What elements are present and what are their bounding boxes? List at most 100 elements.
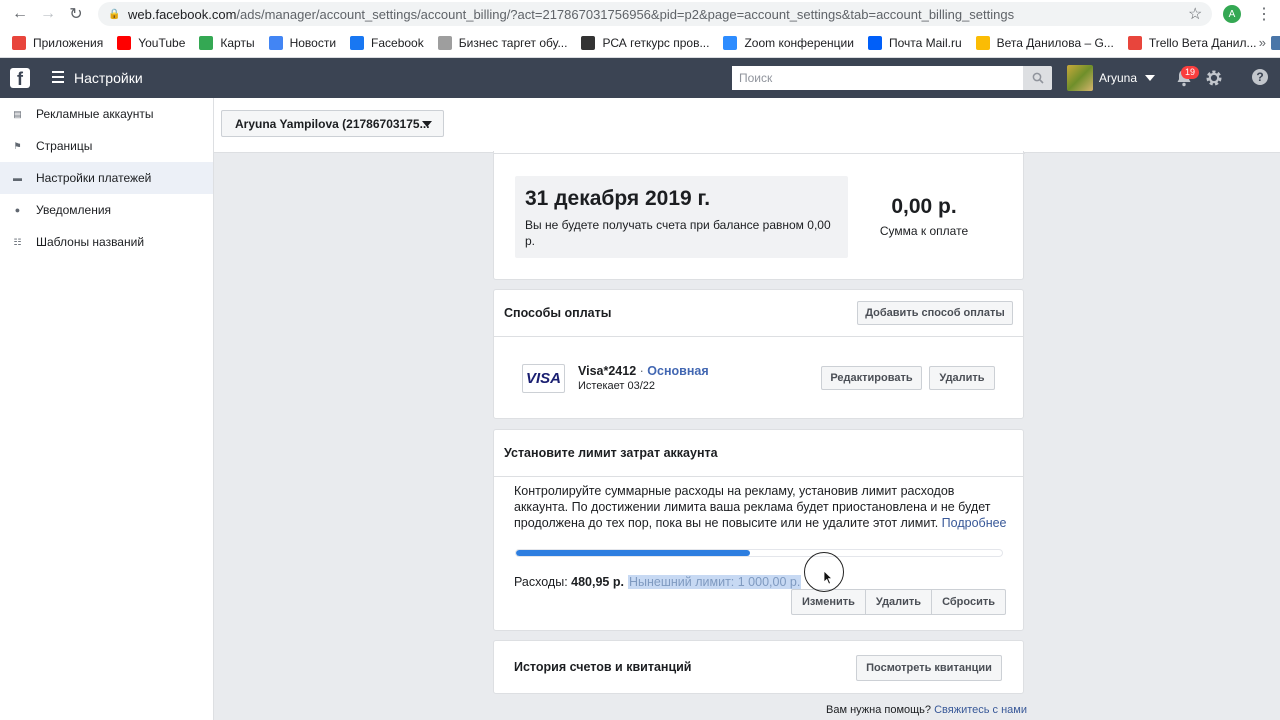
bookmark-label: Вета Данилова – G... xyxy=(996,35,1114,50)
bookmark-label: Facebook xyxy=(371,35,424,50)
settings-sidebar: ▤ Рекламные аккаунты ⚑ Страницы ▬ Настройки п… xyxy=(0,98,214,720)
bookmark-label: РСА геткурс пров... xyxy=(602,35,710,50)
spending-limit-title: Установите лимит затрат аккаунта xyxy=(494,430,1023,477)
edit-card-button[interactable]: Редактировать xyxy=(821,366,922,390)
bookmark-item[interactable]: Карты xyxy=(199,35,255,50)
delete-limit-button[interactable]: Удалить xyxy=(866,590,933,614)
hamburger-menu-icon[interactable] xyxy=(52,71,64,86)
help-footer: Вам нужна помощь? Свяжитесь с нами xyxy=(826,704,1028,716)
account-dropdown[interactable]: Aryuna Yampilova (21786703175... xyxy=(221,110,444,137)
facebook-top-bar: f Настройки Aryuna xyxy=(0,58,1280,98)
account-dropdown-value: Aryuna Yampilova (21786703175... xyxy=(235,116,430,131)
bookmark-label: Приложения xyxy=(33,35,104,50)
spending-limit-card: Установите лимит затрат аккаунта Контрол… xyxy=(493,429,1024,631)
bookmark-item[interactable]: Zoom конференции xyxy=(723,35,854,50)
bookmark-item[interactable]: Приложения xyxy=(12,35,104,50)
bookmark-item[interactable]: VK xyxy=(1270,35,1280,50)
sidebar-item-label: Шаблоны названий xyxy=(36,235,145,249)
bookmark-item[interactable]: YouTube xyxy=(117,35,186,50)
bookmark-favicon-icon xyxy=(437,35,452,50)
bookmark-label: Zoom конференции xyxy=(744,35,854,50)
search-icon xyxy=(1032,72,1044,84)
limit-actions: Изменить Удалить Сбросить xyxy=(791,589,1006,615)
bookmark-item[interactable]: Новости xyxy=(268,35,337,50)
view-receipts-button[interactable]: Посмотреть квитанции xyxy=(856,655,1002,681)
contact-us-link[interactable]: Свяжитесь с нами xyxy=(934,704,1027,716)
user-name: Aryuna xyxy=(1099,71,1138,85)
learn-more-link[interactable]: Подробнее xyxy=(942,516,1007,530)
amount-due: 0,00 р. xyxy=(891,195,957,218)
page-title: Настройки xyxy=(74,70,143,86)
card-expiry: Истекает 03/22 xyxy=(578,380,655,392)
bookmark-label: Новости xyxy=(289,35,337,50)
gear-icon[interactable] xyxy=(1205,69,1223,87)
sidebar-item-label: Настройки платежей xyxy=(36,171,152,185)
spending-limit-description: Контролируйте суммарные расходы на рекла… xyxy=(514,484,1007,530)
bookmark-label: Почта Mail.ru xyxy=(888,35,962,50)
bookmark-item[interactable]: Вета Данилова – G... xyxy=(975,35,1114,50)
bookmark-favicon-icon xyxy=(723,35,738,50)
browser-toolbar: ← → ↻ 🔒 web.facebook.com/ads/manager/acc… xyxy=(0,0,1280,28)
bookmark-favicon-icon xyxy=(350,35,365,50)
credit-card-icon: ▬ xyxy=(13,173,22,183)
bookmark-favicon-icon xyxy=(12,35,26,50)
back-icon[interactable]: ← xyxy=(6,0,34,28)
notification-badge: 19 xyxy=(1181,66,1200,79)
user-menu[interactable]: Aryuna xyxy=(1067,65,1156,91)
sidebar-item[interactable]: ⚑ Страницы xyxy=(0,130,213,162)
card-name: Visa*2412 · Основная xyxy=(578,364,709,378)
sidebar-item-label: Страницы xyxy=(36,139,93,153)
spend-summary: Расходы: 480,95 р. Нынешний лимит: 1 000,… xyxy=(514,575,802,589)
sidebar-item[interactable]: ☷ Шаблоны названий xyxy=(0,226,213,258)
bookmark-item[interactable]: Trello Вета Данил... xyxy=(1127,35,1257,50)
address-bar[interactable]: 🔒 web.facebook.com/ads/manager/account_s… xyxy=(98,2,1212,26)
delete-card-button[interactable]: Удалить xyxy=(929,366,995,390)
browser-menu-icon[interactable]: ⋮ xyxy=(1256,4,1272,24)
bookmark-favicon-icon xyxy=(199,35,214,50)
bookmark-label: Trello Вета Данил... xyxy=(1148,35,1257,50)
facebook-logo-icon[interactable]: f xyxy=(10,68,30,89)
add-payment-method-button[interactable]: Добавить способ оплаты xyxy=(857,301,1013,325)
bookmark-star-icon[interactable]: ☆ xyxy=(1188,4,1202,24)
spend-progress-bar xyxy=(515,549,1003,557)
templates-icon: ☷ xyxy=(13,236,22,247)
spend-progress-fill xyxy=(516,550,750,556)
next-bill-note: Вы не будете получать счета при балансе … xyxy=(525,218,831,248)
url-path: /ads/manager/account_settings/account_bi… xyxy=(236,6,1015,22)
cursor-icon xyxy=(823,570,833,585)
bookmark-favicon-icon xyxy=(867,35,882,50)
bookmark-favicon-icon xyxy=(1270,35,1280,50)
primary-badge: Основная xyxy=(647,364,709,378)
forward-icon[interactable]: → xyxy=(34,0,62,28)
reload-icon[interactable]: ↻ xyxy=(62,0,90,28)
caret-down-icon xyxy=(422,121,432,127)
bookmark-item[interactable]: РСА геткурс пров... xyxy=(581,35,710,50)
visa-logo: VISA xyxy=(522,364,565,393)
payment-methods-card: Способы оплаты Добавить способ оплаты VI… xyxy=(493,289,1024,419)
sidebar-item[interactable]: ● Уведомления xyxy=(0,194,213,226)
bookmark-favicon-icon xyxy=(1127,35,1142,50)
lock-icon: 🔒 xyxy=(108,8,121,20)
reset-limit-button[interactable]: Сбросить xyxy=(932,590,1005,614)
bookmark-item[interactable]: Почта Mail.ru xyxy=(867,35,962,50)
browser-profile-avatar[interactable]: A xyxy=(1223,5,1241,23)
bookmark-label: YouTube xyxy=(138,35,186,50)
sidebar-item[interactable]: ▤ Рекламные аккаунты xyxy=(0,98,213,130)
spent-amount: 480,95 р. xyxy=(571,575,624,589)
billing-summary-card: 31 декабря 2019 г. Вы не будете получать… xyxy=(493,151,1025,280)
sidebar-item-label: Уведомления xyxy=(36,203,112,217)
bookmark-label: Карты xyxy=(220,35,255,50)
bookmark-item[interactable]: Бизнес таргет обу... xyxy=(437,35,567,50)
avatar xyxy=(1067,65,1093,91)
change-limit-button[interactable]: Изменить xyxy=(792,590,866,614)
bookmark-item[interactable]: Facebook xyxy=(350,35,424,50)
sidebar-item[interactable]: ▬ Настройки платежей xyxy=(0,162,213,194)
bookmark-favicon-icon xyxy=(117,35,132,50)
search-input[interactable] xyxy=(732,66,1023,90)
search-box xyxy=(732,66,1052,90)
bookmarks-overflow-icon[interactable]: » xyxy=(1259,35,1266,50)
help-icon[interactable]: ? xyxy=(1252,69,1268,85)
bookmark-favicon-icon xyxy=(268,35,283,50)
search-button[interactable] xyxy=(1023,66,1052,90)
sidebar-item-label: Рекламные аккаунты xyxy=(36,107,154,121)
